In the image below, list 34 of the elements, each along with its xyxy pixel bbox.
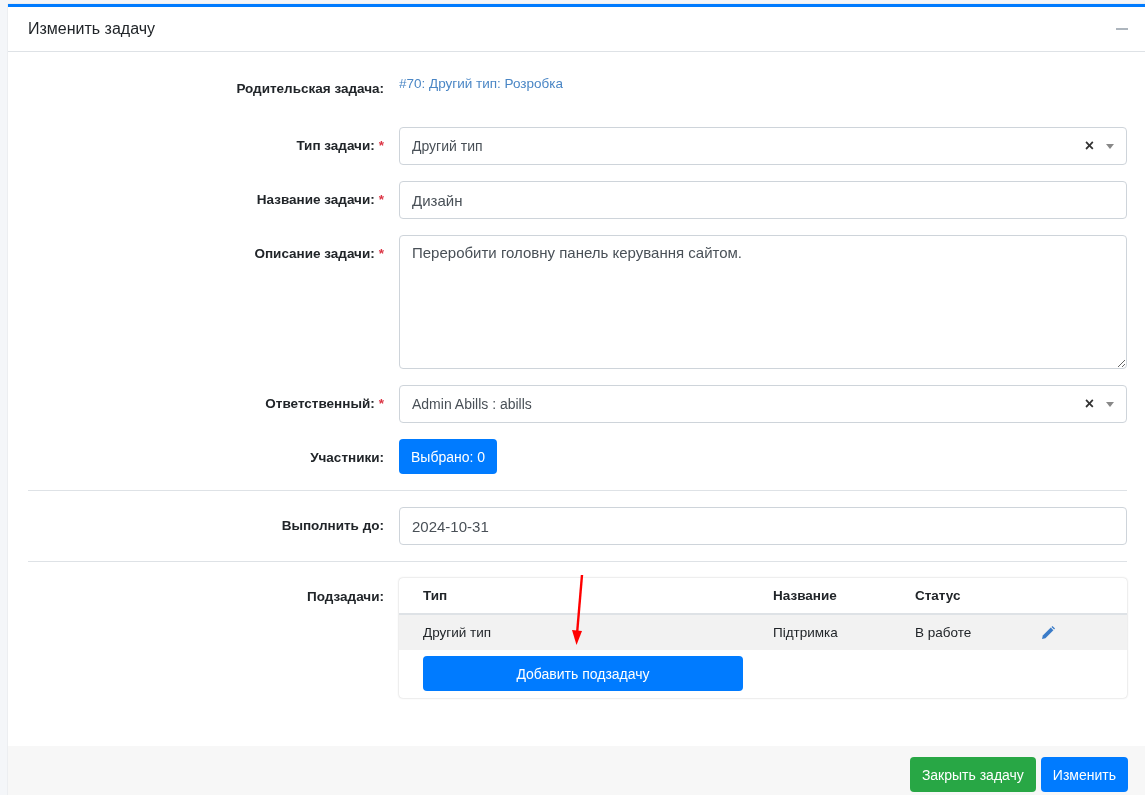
- clear-button[interactable]: ×: [1084, 137, 1094, 155]
- input-field[interactable]: Дизайн: [399, 181, 1127, 219]
- table-cell-text: Другий тип: [422, 625, 493, 640]
- required-mark: *: [378, 192, 384, 207]
- field-label: Название задачи:: [256, 192, 375, 207]
- field-label: Выполнить до:: [281, 518, 384, 533]
- clear-button[interactable]: ×: [1084, 395, 1094, 413]
- parent-task-link[interactable]: #70: Другий тип: Розробка: [399, 76, 563, 91]
- field-label: Ответственный:: [265, 396, 375, 411]
- table-cell-text: В работе: [915, 625, 973, 640]
- participants-button[interactable]: Выбрано: 0: [399, 439, 498, 474]
- edit-icon[interactable]: [1041, 625, 1055, 640]
- field-label: Подзадачи:: [307, 589, 384, 604]
- card-title: Изменить задачу: [28, 20, 156, 38]
- table-cell-text: Підтримка: [773, 625, 839, 640]
- column-header: Название: [773, 588, 838, 603]
- column-header: Статус: [915, 588, 962, 603]
- field-label: Тип задачи:: [296, 138, 375, 153]
- textarea-field[interactable]: Переробити головну панель керування сайтом.: [399, 235, 1127, 369]
- field-label: Родительская задача:: [236, 81, 384, 96]
- caret-icon: [1106, 143, 1114, 149]
- required-mark: *: [378, 246, 384, 261]
- field-label: Участники:: [310, 450, 384, 465]
- footer-button[interactable]: Изменить: [1040, 757, 1128, 792]
- caret-icon: [1106, 401, 1114, 407]
- select-field[interactable]: Другий тип ×: [399, 127, 1127, 165]
- add-subtask-button[interactable]: Добавить подзадачу: [423, 656, 743, 691]
- required-mark: *: [378, 396, 384, 411]
- arrow-annotation: [569, 574, 585, 646]
- input-field[interactable]: 2024-10-31: [399, 507, 1127, 545]
- column-header: Тип: [422, 588, 449, 603]
- select-field[interactable]: Admin Abills : abills ×: [399, 385, 1127, 423]
- required-mark: *: [378, 138, 384, 153]
- field-label: Описание задачи:: [254, 246, 375, 261]
